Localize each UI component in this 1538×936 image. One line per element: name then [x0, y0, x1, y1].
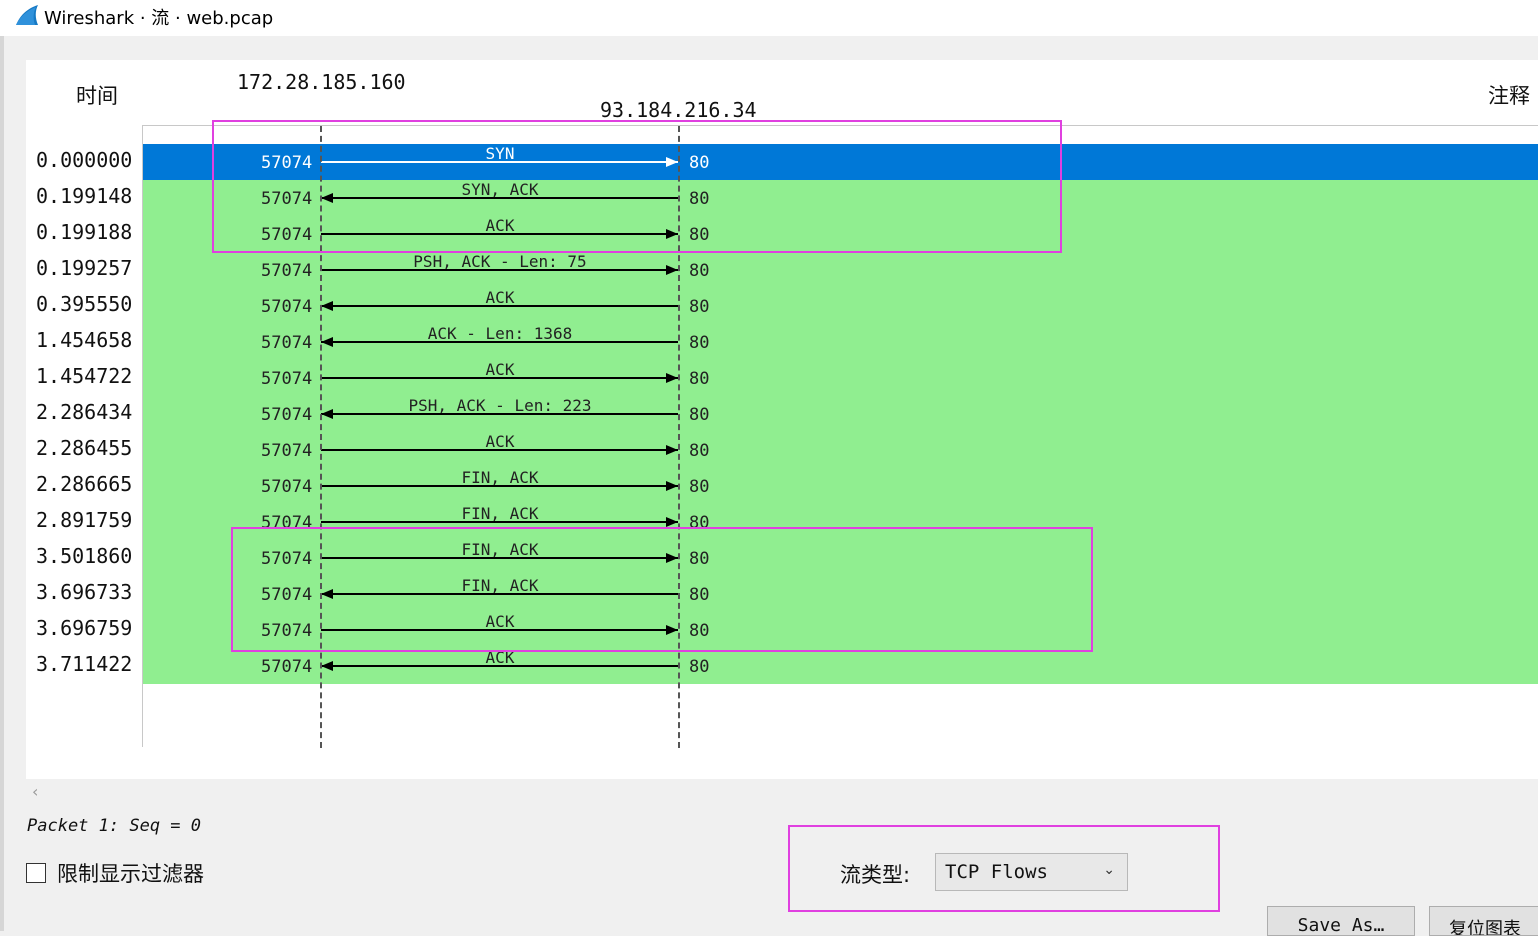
save-as-button[interactable]: Save As…	[1267, 906, 1415, 936]
destination-port: 80	[689, 369, 710, 389]
row-time: 1.454658	[36, 328, 133, 352]
flow-row[interactable]: 0.395550 57074 ACK 80	[26, 288, 1538, 324]
source-port: 57074	[261, 405, 313, 425]
destination-port: 80	[689, 405, 710, 425]
reset-diagram-button[interactable]: 复位图表	[1429, 906, 1538, 936]
row-time: 0.199188	[36, 220, 133, 244]
row-time: 3.696733	[36, 580, 133, 604]
arrow-left-icon	[321, 409, 678, 419]
host-a-address: 172.28.185.160	[237, 70, 406, 94]
chevron-down-icon: ⌄	[1103, 862, 1115, 878]
destination-port: 80	[689, 297, 710, 317]
flow-row[interactable]: 2.286665 57074 FIN, ACK 80	[26, 468, 1538, 504]
source-port: 57074	[261, 477, 313, 497]
teardown-highlight-box	[231, 527, 1093, 652]
flow-type-value: TCP Flows	[945, 861, 1048, 883]
source-port: 57074	[261, 261, 313, 281]
flow-type-label: 流类型:	[840, 863, 911, 887]
destination-port: 80	[689, 441, 710, 461]
row-time: 0.199148	[36, 184, 133, 208]
flow-row[interactable]: 1.454722 57074 ACK 80	[26, 360, 1538, 396]
arrow-left-icon	[321, 301, 678, 311]
scroll-left-icon[interactable]: ‹	[32, 782, 38, 801]
handshake-highlight-box	[212, 120, 1062, 253]
row-time: 0.199257	[36, 256, 133, 280]
row-time: 2.286665	[36, 472, 133, 496]
source-port: 57074	[261, 657, 313, 677]
host-b-address: 93.184.216.34	[600, 98, 757, 122]
source-port: 57074	[261, 369, 313, 389]
flow-row[interactable]: 1.454658 57074 ACK - Len: 1368 80	[26, 324, 1538, 360]
arrow-right-icon	[321, 445, 678, 455]
destination-port: 80	[689, 333, 710, 353]
flow-type-select[interactable]: TCP Flows ⌄	[935, 853, 1128, 891]
row-time: 2.891759	[36, 508, 133, 532]
destination-port: 80	[689, 657, 710, 677]
arrow-right-icon	[321, 481, 678, 491]
arrow-right-icon	[321, 265, 678, 275]
row-time: 3.696759	[36, 616, 133, 640]
window-left-edge	[0, 36, 4, 931]
destination-port: 80	[689, 477, 710, 497]
arrow-left-icon	[321, 337, 678, 347]
arrow-left-icon	[321, 661, 678, 671]
horizontal-scrollbar[interactable]: ‹	[26, 780, 1538, 804]
limit-display-filter-label[interactable]: 限制显示过滤器	[57, 858, 204, 888]
limit-display-filter-checkbox[interactable]	[26, 863, 46, 883]
row-time: 3.501860	[36, 544, 133, 568]
flow-row[interactable]: 2.286434 57074 PSH, ACK - Len: 223 80	[26, 396, 1538, 432]
source-port: 57074	[261, 297, 313, 317]
window-title: Wireshark · 流 · web.pcap	[44, 8, 274, 29]
row-time: 0.395550	[36, 292, 133, 316]
row-time: 2.286455	[36, 436, 133, 460]
flow-row[interactable]: 3.711422 57074 ACK 80	[26, 648, 1538, 684]
flow-row[interactable]: 2.286455 57074 ACK 80	[26, 432, 1538, 468]
comment-column-header: 注释	[1488, 84, 1530, 108]
source-port: 57074	[261, 441, 313, 461]
packet-status-text: Packet 1: Seq = 0	[27, 816, 201, 836]
source-port: 57074	[261, 333, 313, 353]
row-time: 0.000000	[36, 148, 133, 172]
row-time: 1.454722	[36, 364, 133, 388]
row-time: 2.286434	[36, 400, 133, 424]
flow-row[interactable]: 0.199257 57074 PSH, ACK - Len: 75 80	[26, 252, 1538, 288]
wireshark-fin-icon	[16, 5, 38, 25]
destination-port: 80	[689, 261, 710, 281]
row-time: 3.711422	[36, 652, 133, 676]
arrow-right-icon	[321, 373, 678, 383]
title-bar: Wireshark · 流 · web.pcap	[0, 0, 1538, 36]
time-column-header: 时间	[76, 84, 118, 108]
